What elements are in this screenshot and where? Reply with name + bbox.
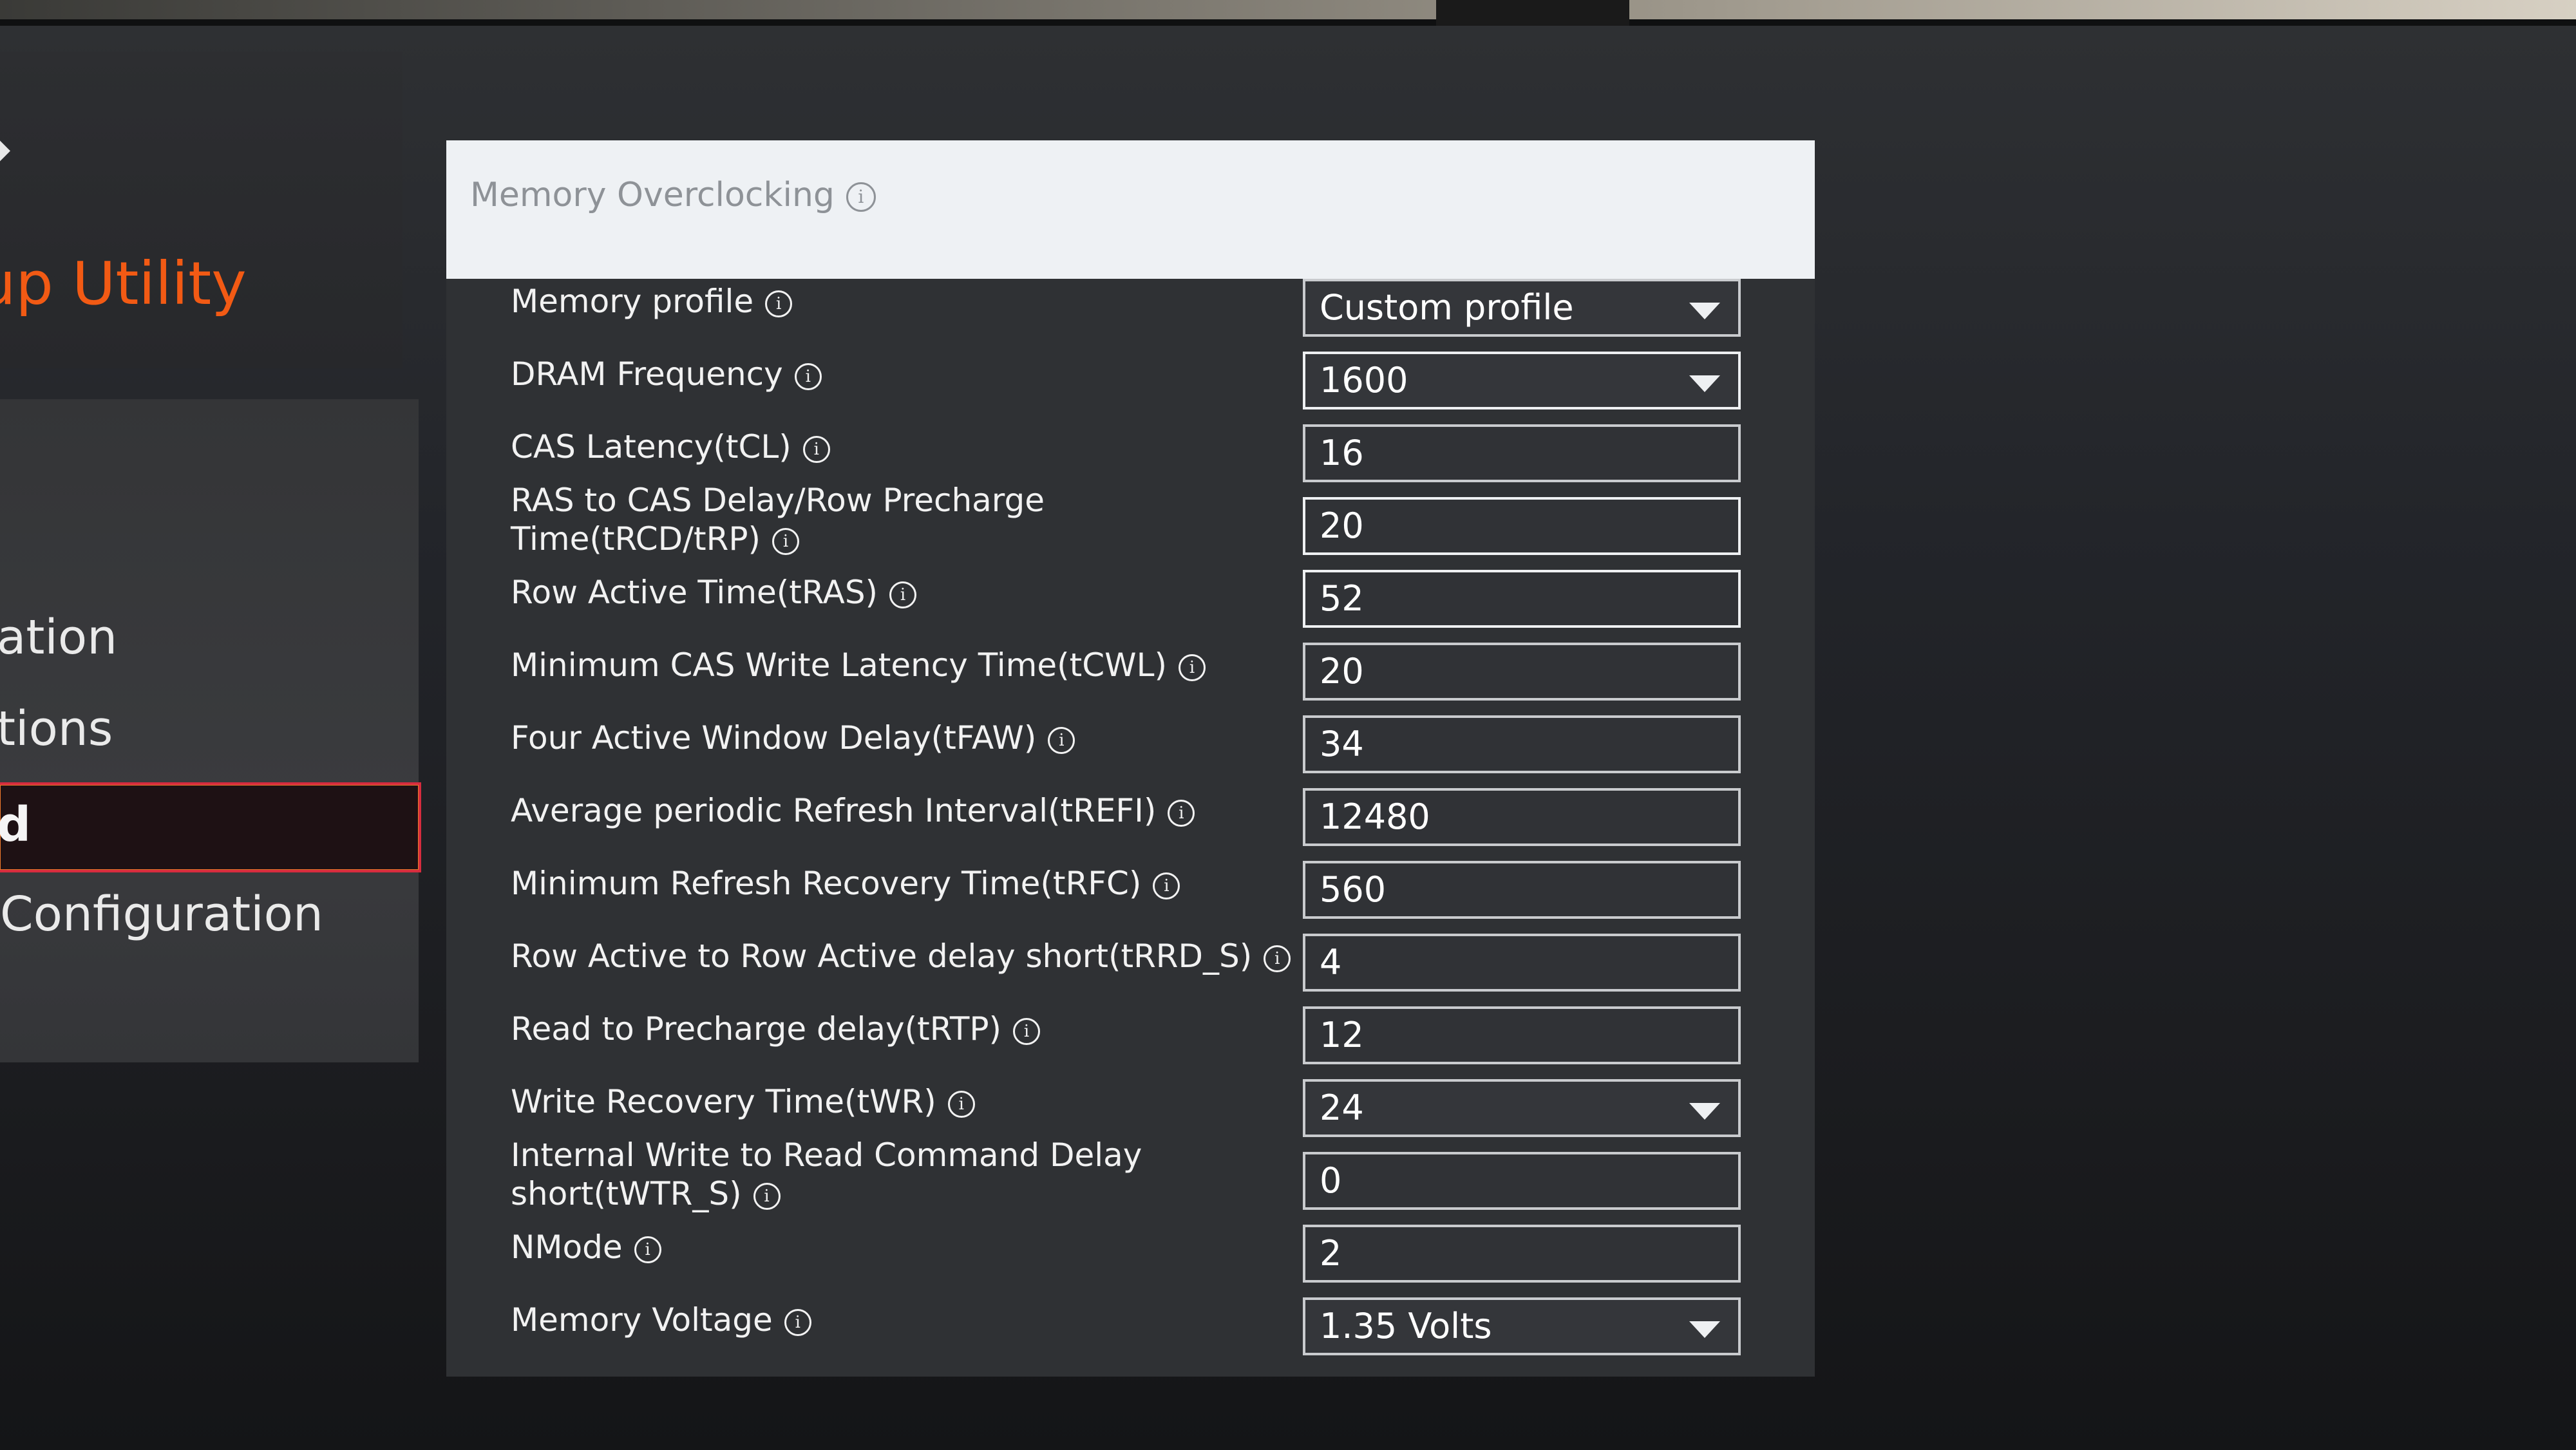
memory-overclocking-panel: Memory Overclocking i Memory profile i Cus…	[446, 140, 1815, 1377]
sidebar-item-label: d	[0, 797, 31, 852]
field-value: 34	[1320, 724, 1364, 764]
sidebar-item-label: tions	[0, 701, 113, 757]
field-value: 2	[1320, 1233, 1342, 1274]
field-value: 12	[1320, 1015, 1364, 1055]
memory-voltage-dropdown[interactable]: 1.35 Volts	[1303, 1297, 1741, 1355]
setting-label: Minimum Refresh Recovery Time(tRFC) i	[511, 864, 1348, 903]
memory-profile-dropdown[interactable]: Custom profile	[1303, 279, 1741, 337]
info-icon[interactable]: i	[846, 182, 876, 212]
setting-label: NMode i	[511, 1228, 1348, 1266]
trrd-s-input[interactable]: 4	[1303, 934, 1741, 992]
tfaw-input[interactable]: 34	[1303, 715, 1741, 773]
chevron-down-icon	[1689, 375, 1720, 392]
setting-label: Row Active to Row Active delay short(tRR…	[511, 937, 1348, 975]
info-icon[interactable]: i	[889, 581, 917, 608]
trefi-input[interactable]: 12480	[1303, 788, 1741, 846]
label-text: DRAM Frequency	[511, 355, 783, 393]
chevron-down-icon	[1689, 303, 1720, 319]
label-text: Minimum Refresh Recovery Time(tRFC)	[511, 865, 1142, 902]
info-icon[interactable]: i	[765, 290, 793, 317]
label-text: NMode	[511, 1229, 623, 1266]
label-text: Write Recovery Time(tWR)	[511, 1083, 936, 1120]
setting-label: DRAM Frequency i	[511, 355, 1348, 393]
app-title: tup Utility	[0, 249, 247, 318]
info-icon[interactable]: i	[634, 1236, 661, 1263]
label-text: Minimum CAS Write Latency Time(tCWL)	[511, 646, 1167, 684]
chevron-down-icon	[1689, 1321, 1720, 1338]
trfc-input[interactable]: 560	[1303, 861, 1741, 919]
setting-label: Row Active Time(tRAS) i	[511, 573, 1348, 612]
info-icon[interactable]: i	[1153, 872, 1180, 899]
trtp-input[interactable]: 12	[1303, 1006, 1741, 1064]
panel-title: Memory Overclocking i	[470, 176, 876, 214]
field-value: 4	[1320, 942, 1342, 983]
field-value: 1.35 Volts	[1320, 1306, 1492, 1346]
field-value: 0	[1320, 1160, 1342, 1201]
panel-header: Memory Overclocking i	[446, 140, 1815, 279]
logo-icon: ◆	[0, 129, 19, 167]
field-value: 1600	[1320, 360, 1408, 400]
label-text: Memory profile	[511, 283, 754, 320]
field-value: 20	[1320, 651, 1364, 692]
setting-label: Internal Write to Read Command Delay sho…	[511, 1136, 1155, 1213]
field-value: Custom profile	[1320, 287, 1574, 328]
bios-screen: ◆ tup Utility ation tions d Configuratio…	[0, 26, 2576, 1450]
info-icon[interactable]: i	[947, 1090, 975, 1118]
sidebar-item-1[interactable]: ation	[0, 592, 419, 683]
setting-label: Four Active Window Delay(tFAW) i	[511, 719, 1348, 757]
field-value: 52	[1320, 578, 1364, 619]
sidebar-item-2[interactable]: tions	[0, 684, 419, 774]
setting-label: Write Recovery Time(tWR) i	[511, 1082, 1348, 1121]
chevron-down-icon	[1689, 1103, 1720, 1120]
label-text: Average periodic Refresh Interval(tREFI)	[511, 792, 1157, 829]
label-text: Row Active Time(tRAS)	[511, 574, 878, 611]
label-text: CAS Latency(tCL)	[511, 428, 791, 466]
label-text: Internal Write to Read Command Delay sho…	[511, 1136, 1142, 1212]
setting-label: Memory Voltage i	[511, 1301, 1348, 1339]
twtr-s-input[interactable]: 0	[1303, 1152, 1741, 1210]
info-icon[interactable]: i	[794, 362, 822, 390]
sidebar-item-label: ation	[0, 610, 118, 665]
info-icon[interactable]: i	[1178, 654, 1206, 681]
label-text: Four Active Window Delay(tFAW)	[511, 719, 1037, 757]
setting-label: Memory profile i	[511, 282, 1348, 321]
sidebar-nav: ation tions d Configuration	[0, 399, 421, 1062]
setting-label: RAS to CAS Delay/Row Precharge Time(tRCD…	[511, 481, 1090, 558]
setting-label: Read to Precharge delay(tRTP) i	[511, 1010, 1348, 1048]
info-icon[interactable]: i	[1264, 945, 1291, 972]
sidebar-item-configuration[interactable]: Configuration	[0, 869, 419, 959]
field-value: 560	[1320, 869, 1387, 910]
panel-title-text: Memory Overclocking	[470, 176, 835, 214]
dram-frequency-dropdown[interactable]: 1600	[1303, 352, 1741, 410]
setting-label: CAS Latency(tCL) i	[511, 428, 1348, 466]
tcwl-input[interactable]: 20	[1303, 643, 1741, 701]
info-icon[interactable]: i	[784, 1308, 811, 1336]
nmode-input[interactable]: 2	[1303, 1225, 1741, 1283]
info-icon[interactable]: i	[1168, 799, 1195, 827]
field-value: 16	[1320, 433, 1364, 473]
info-icon[interactable]: i	[1013, 1017, 1041, 1045]
label-text: Read to Precharge delay(tRTP)	[511, 1010, 1002, 1048]
info-icon[interactable]: i	[772, 527, 799, 555]
info-icon[interactable]: i	[753, 1182, 781, 1210]
setting-label: Minimum CAS Write Latency Time(tCWL) i	[511, 646, 1348, 684]
setting-label: Average periodic Refresh Interval(tREFI)…	[511, 791, 1348, 830]
field-value: 24	[1320, 1088, 1364, 1128]
info-icon[interactable]: i	[802, 435, 830, 463]
sidebar-item-label: Configuration	[0, 887, 323, 942]
info-icon[interactable]: i	[1048, 726, 1075, 754]
twr-dropdown[interactable]: 24	[1303, 1079, 1741, 1137]
field-value: 20	[1320, 505, 1364, 546]
trcd-trp-input[interactable]: 20	[1303, 497, 1741, 555]
label-text: Row Active to Row Active delay short(tRR…	[511, 937, 1253, 975]
tras-input[interactable]: 52	[1303, 570, 1741, 628]
field-value: 12480	[1320, 796, 1430, 837]
cas-latency-input[interactable]: 16	[1303, 424, 1741, 482]
sidebar-item-selected[interactable]: d	[0, 782, 421, 872]
label-text: Memory Voltage	[511, 1301, 773, 1339]
brand-panel: ◆ tup Utility	[0, 52, 402, 368]
